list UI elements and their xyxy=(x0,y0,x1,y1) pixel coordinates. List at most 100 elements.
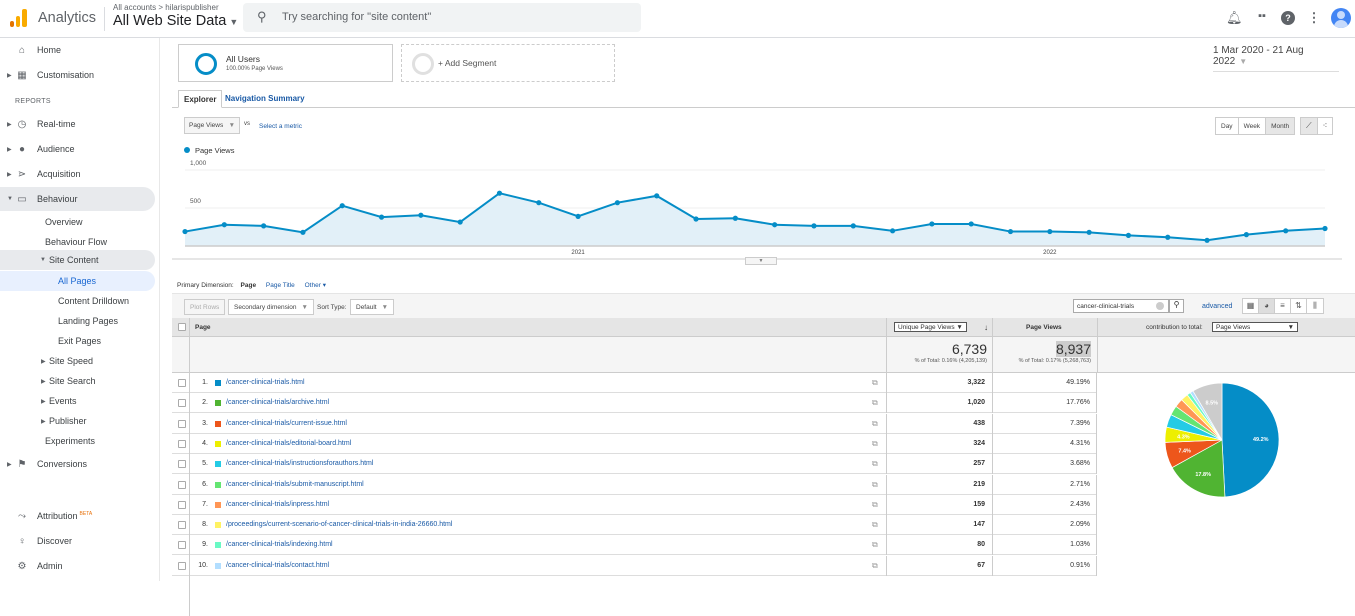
date-range-picker[interactable]: 1 Mar 2020 - 21 Aug 2022 ▼ xyxy=(1213,45,1339,72)
sidebar-item-site-speed[interactable]: ▶ Site Speed xyxy=(0,351,155,371)
filter-search-button[interactable]: ⚲ xyxy=(1169,299,1184,313)
line-chart-icon[interactable]: ⟋ xyxy=(1301,118,1318,134)
data-point xyxy=(614,200,621,206)
pie-slice[interactable] xyxy=(1221,382,1280,498)
page-link[interactable]: /proceedings/current-scenario-of-cancer-… xyxy=(226,521,452,528)
performance-view-icon[interactable]: ≡ xyxy=(1275,299,1291,313)
open-page-icon[interactable]: ⧉ xyxy=(872,378,878,388)
page-link[interactable]: /cancer-clinical-trials/contact.html xyxy=(226,562,329,569)
granularity-month[interactable]: Month xyxy=(1266,118,1295,134)
row-checkbox[interactable] xyxy=(178,521,186,530)
data-point xyxy=(1243,232,1249,238)
sidebar-item-audience[interactable]: ▶ ● Audience xyxy=(0,137,155,161)
open-page-icon[interactable]: ⧉ xyxy=(872,398,878,408)
tab-explorer[interactable]: Explorer xyxy=(178,90,223,108)
unique-page-views-cell: 159 xyxy=(886,494,991,515)
sort-type-dropdown[interactable]: Default ▼ xyxy=(350,299,395,315)
metric1-selector[interactable]: Unique Page Views ▼ xyxy=(894,322,967,332)
sidebar-item-all-pages[interactable]: All Pages xyxy=(0,271,155,291)
row-color-swatch xyxy=(215,440,221,447)
sidebar-item-content-drilldown[interactable]: Content Drilldown xyxy=(0,291,155,311)
open-page-icon[interactable]: ⧉ xyxy=(872,520,878,530)
granularity-day[interactable]: Day xyxy=(1216,118,1239,134)
page-link[interactable]: /cancer-clinical-trials/inpress.html xyxy=(226,501,329,508)
page-link[interactable]: /cancer-clinical-trials/submit-manuscrip… xyxy=(226,481,364,488)
open-page-icon[interactable]: ⧉ xyxy=(872,561,878,571)
clear-filter-icon[interactable] xyxy=(1156,302,1164,310)
metric-dropdown[interactable]: Page Views ▼ xyxy=(184,117,240,134)
sidebar-item-home[interactable]: ⌂ Home xyxy=(0,38,155,62)
search-input[interactable]: ⚲ Try searching for "site content" xyxy=(243,3,641,32)
page-link[interactable]: /cancer-clinical-trials.html xyxy=(226,379,305,386)
data-point xyxy=(811,223,817,229)
help-icon[interactable]: ? xyxy=(1281,11,1295,25)
open-page-icon[interactable]: ⧉ xyxy=(872,459,878,469)
sidebar-item-customisation[interactable]: ▶ ▦ Customisation xyxy=(0,63,155,87)
row-checkbox[interactable] xyxy=(178,541,186,550)
sidebar-item-exit-pages[interactable]: Exit Pages xyxy=(0,331,155,351)
col-page-views[interactable]: Page Views xyxy=(1026,324,1062,331)
page-link[interactable]: /cancer-clinical-trials/instructionsfora… xyxy=(226,460,373,467)
sort-desc-icon[interactable]: ↓ xyxy=(984,323,988,332)
sidebar-item-acquisition[interactable]: ▶ ⋗ Acquisition xyxy=(0,162,155,186)
granularity-week[interactable]: Week xyxy=(1239,118,1267,134)
sidebar-item-landing-pages[interactable]: Landing Pages xyxy=(0,311,155,331)
motion-chart-icon[interactable]: ⁖ xyxy=(1318,118,1333,134)
property-selector[interactable]: All Web Site Data ▼ xyxy=(113,13,238,29)
page-link[interactable]: /cancer-clinical-trials/archive.html xyxy=(226,399,329,406)
sidebar-item-conversions[interactable]: ▶ ⚑ Conversions xyxy=(0,452,155,476)
select-all-checkbox[interactable] xyxy=(178,323,186,331)
open-page-icon[interactable]: ⧉ xyxy=(872,439,878,449)
open-page-icon[interactable]: ⧉ xyxy=(872,540,878,550)
page-link[interactable]: /cancer-clinical-trials/editorial-board.… xyxy=(226,440,351,447)
row-checkbox[interactable] xyxy=(178,439,186,448)
collapse-chart-button[interactable]: ▼ xyxy=(745,257,777,265)
open-page-icon[interactable]: ⧉ xyxy=(872,500,878,510)
apps-icon[interactable]: ▪▪ xyxy=(1254,10,1270,22)
row-checkbox[interactable] xyxy=(178,500,186,509)
sidebar-item-behaviour[interactable]: ▼ ▭ Behaviour xyxy=(0,187,155,211)
sidebar-item-attribution[interactable]: ⤳ Attribution BETA xyxy=(0,504,155,528)
pie-view-icon[interactable]: ◕ xyxy=(1259,299,1275,313)
dimension-other[interactable]: Other ▾ xyxy=(305,282,326,289)
sidebar-item-label: Real-time xyxy=(37,119,76,129)
select-metric-link[interactable]: Select a metric xyxy=(259,123,302,130)
add-segment-button[interactable]: + Add Segment xyxy=(401,44,615,82)
open-page-icon[interactable]: ⧉ xyxy=(872,419,878,429)
sidebar-item-experiments[interactable]: Experiments xyxy=(0,431,155,451)
dimension-page-title[interactable]: Page Title xyxy=(266,282,295,289)
comparison-view-icon[interactable]: ⇅ xyxy=(1291,299,1307,313)
sidebar-item-label: Site Speed xyxy=(49,356,94,366)
sidebar-item-admin[interactable]: ⚙ Admin xyxy=(0,554,155,578)
row-checkbox[interactable] xyxy=(178,379,186,387)
contribution-metric-selector[interactable]: Page Views ▼ xyxy=(1212,322,1298,332)
sidebar-item-site-search[interactable]: ▶ Site Search xyxy=(0,371,155,391)
row-checkbox[interactable] xyxy=(178,399,186,408)
account-breadcrumb[interactable]: All accounts > hilarispublisher xyxy=(113,3,219,12)
sidebar-item-realtime[interactable]: ▶ ◷ Real-time xyxy=(0,112,155,136)
advanced-filter-link[interactable]: advanced xyxy=(1202,303,1232,310)
row-checkbox[interactable] xyxy=(178,460,186,469)
col-page[interactable]: Page xyxy=(195,324,211,331)
tab-navigation-summary[interactable]: Navigation Summary xyxy=(220,90,310,108)
sidebar-item-events[interactable]: ▶ Events xyxy=(0,391,155,411)
page-link[interactable]: /cancer-clinical-trials/indexing.html xyxy=(226,541,333,548)
sidebar-item-publisher[interactable]: ▶ Publisher xyxy=(0,411,155,431)
data-table-view-icon[interactable]: ▦ xyxy=(1243,299,1259,313)
data-point xyxy=(772,222,778,228)
plot-rows-button[interactable]: Plot Rows xyxy=(184,299,226,315)
row-checkbox[interactable] xyxy=(178,561,186,570)
sidebar-item-discover[interactable]: ♀ Discover xyxy=(0,529,155,553)
table-filter-input[interactable]: cancer-clinical-trials xyxy=(1073,299,1169,313)
account-avatar[interactable] xyxy=(1331,8,1351,28)
row-checkbox[interactable] xyxy=(178,480,186,489)
notifications-icon[interactable]: 🔔︎ xyxy=(1226,10,1243,26)
segment-all-users[interactable]: All Users 100.00% Page Views xyxy=(178,44,393,82)
pivot-view-icon[interactable]: ⫼ xyxy=(1307,299,1323,313)
page-link[interactable]: /cancer-clinical-trials/current-issue.ht… xyxy=(226,420,347,427)
open-page-icon[interactable]: ⧉ xyxy=(872,480,878,490)
sidebar-item-site-content[interactable]: ▼ Site Content xyxy=(0,250,155,270)
row-checkbox[interactable] xyxy=(178,419,186,428)
more-vert-icon[interactable]: ⋮ xyxy=(1306,10,1322,26)
secondary-dimension-dropdown[interactable]: Secondary dimension ▼ xyxy=(228,299,314,315)
